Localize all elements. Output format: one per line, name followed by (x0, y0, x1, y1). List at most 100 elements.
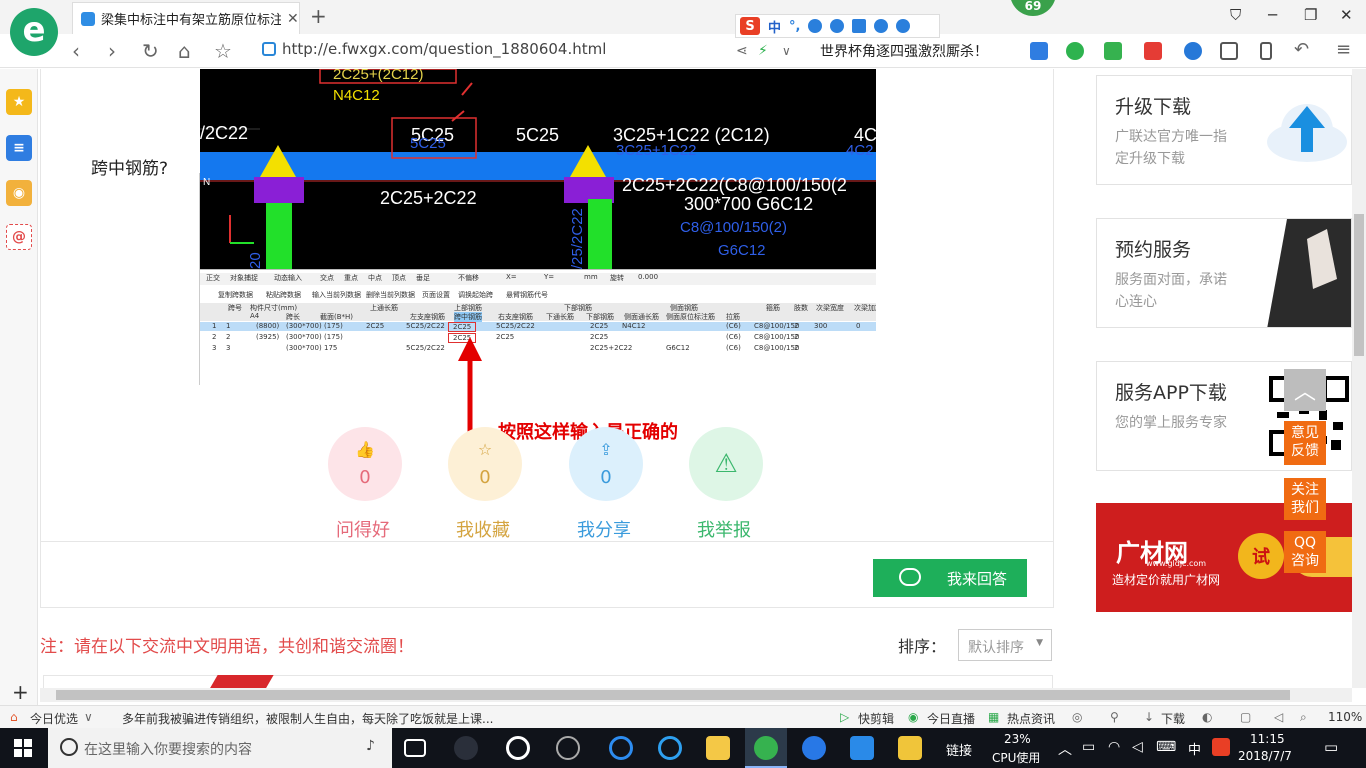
scissors-icon[interactable] (1144, 42, 1162, 60)
quick-edit-link[interactable]: 快剪辑 (858, 710, 894, 727)
horizontal-scroll-thumb[interactable] (56, 690, 1290, 700)
table-row[interactable]: 1 1 (8800) (300*700) (175) 2C25 5C25/2C2… (200, 322, 876, 332)
download-link[interactable]: 下载 (1161, 710, 1185, 727)
follow-us-button[interactable]: 关注 我们 (1284, 478, 1326, 520)
dropdown-icon[interactable]: ∨ (782, 44, 791, 58)
sogou-tray-icon[interactable] (1212, 738, 1230, 756)
back-to-top-button[interactable]: ︿ (1284, 369, 1326, 411)
reading-list-icon[interactable]: ≡ (6, 135, 32, 161)
url-field[interactable]: http://e.fwxgx.com/question_1880604.html (262, 40, 606, 58)
clock-time[interactable]: 11:15 (1250, 732, 1285, 746)
mute-icon[interactable]: ◁ (1274, 710, 1283, 724)
notes-app-icon[interactable] (898, 736, 922, 760)
tab-close-icon[interactable]: ✕ (287, 11, 299, 27)
volume-icon[interactable]: ◁ (1132, 739, 1143, 755)
clean-icon[interactable]: ◐ (1202, 710, 1212, 724)
refresh-icon[interactable]: ↻ (142, 39, 159, 63)
microphone-icon[interactable]: ♪ (366, 738, 375, 754)
spiral-app-icon[interactable] (556, 736, 580, 760)
clock-date[interactable]: 2018/7/7 (1238, 749, 1292, 763)
extension-ip-icon[interactable] (1030, 42, 1048, 60)
ime-language[interactable]: 中 (768, 17, 781, 36)
apps-icon[interactable] (1220, 42, 1238, 60)
links-toolbar[interactable]: 链接 (946, 740, 972, 759)
add-sidebar-icon[interactable]: + (12, 680, 29, 704)
table-row[interactable]: 3 3 (300*700) 175 5C25/2C22 2C25+2C22 G6… (200, 344, 876, 353)
keyboard-icon[interactable] (852, 19, 867, 33)
notification-badge[interactable]: 69 (1010, 0, 1056, 16)
forward-icon[interactable]: › (108, 39, 116, 63)
maximize-icon[interactable]: ❐ (1304, 6, 1317, 24)
reservation-service-card[interactable]: 预约服务 服务面对面，承诺心连心 (1096, 218, 1352, 328)
window-icon[interactable]: ▢ (1240, 710, 1251, 724)
menu-icon[interactable]: ≡ (1336, 39, 1351, 60)
browser-tab[interactable]: 梁集中标注中有架立筋原位标注中 ✕ (72, 2, 300, 34)
skin-icon[interactable] (874, 19, 889, 33)
search-icon[interactable] (1184, 42, 1202, 60)
taskbar-search-box[interactable]: 在这里输入你要搜索的内容 ♪ (48, 728, 392, 768)
like-label[interactable]: 问得好 (313, 516, 413, 542)
shield-icon[interactable] (1066, 42, 1084, 60)
edge-legacy-icon[interactable] (506, 736, 530, 760)
reader-icon[interactable] (1260, 42, 1272, 60)
keyboard-icon[interactable]: ⌨ (1156, 739, 1176, 755)
vertical-scroll-thumb[interactable] (1354, 214, 1364, 356)
edge-icon[interactable] (609, 736, 633, 760)
task-view-icon[interactable] (404, 739, 426, 757)
minimize-icon[interactable]: ─ (1268, 6, 1277, 24)
emoji-icon[interactable] (808, 19, 823, 33)
plus-app-icon[interactable] (850, 736, 874, 760)
ime-toolbar[interactable]: S 中 °, (735, 14, 940, 38)
windows-start-icon[interactable] (14, 739, 32, 757)
ie-icon[interactable] (658, 736, 682, 760)
show-hidden-icon[interactable]: ︿ (1058, 739, 1072, 759)
notification-center-icon[interactable]: ▭ (1324, 738, 1338, 756)
close-window-icon[interactable]: ✕ (1340, 6, 1353, 24)
browser-app-icon[interactable] (754, 736, 778, 760)
undo-icon[interactable]: ↶ (1294, 39, 1309, 60)
punctuation-icon[interactable]: °, (789, 19, 800, 34)
favorite-button[interactable]: ☆ 0 (448, 427, 522, 501)
lightning-icon[interactable]: ⚡ (758, 43, 768, 59)
report-button[interactable]: ⚠ (689, 427, 763, 501)
settings-icon[interactable] (896, 19, 911, 33)
file-explorer-icon[interactable] (706, 736, 730, 760)
report-label[interactable]: 我举报 (674, 516, 774, 542)
reply-button[interactable]: 我来回答 (873, 559, 1027, 597)
like-button[interactable]: 👍 0 (328, 427, 402, 501)
today-picks[interactable]: 今日优选 (30, 710, 78, 727)
shirt-icon[interactable]: ⛉ (1230, 6, 1241, 24)
vertical-scrollbar[interactable] (1352, 69, 1366, 688)
zoom-level[interactable]: 110% (1328, 710, 1362, 724)
email-icon[interactable]: @ (6, 224, 32, 250)
wifi-icon[interactable]: ◠ (1108, 739, 1120, 755)
upgrade-download-card[interactable]: 升级下载 广联达官方唯一指定升级下载 (1096, 75, 1352, 185)
share-icon[interactable]: ⋖ (736, 43, 748, 59)
table-row[interactable]: 2 2 (3925) (300*700) (175) 2C25 2C25 2C2… (200, 333, 876, 343)
zoom-icon[interactable]: ⌕ (1300, 710, 1307, 725)
favorite-label[interactable]: 我收藏 (433, 516, 533, 542)
home-icon[interactable]: ⌂ (178, 39, 191, 63)
share-button[interactable]: ⇪ 0 (569, 427, 643, 501)
sort-select[interactable]: 默认排序 ▼ (958, 629, 1052, 661)
horizontal-scrollbar[interactable] (40, 688, 1352, 702)
today-live-link[interactable]: 今日直播 (927, 710, 975, 727)
hot-news-link[interactable]: 热点资讯 (1007, 710, 1055, 727)
new-tab-button[interactable]: + (310, 4, 327, 28)
browser-logo[interactable]: e (10, 8, 58, 56)
qq-consult-button[interactable]: QQ 咨询 (1284, 531, 1326, 573)
microphone-icon[interactable] (830, 19, 845, 33)
share-label[interactable]: 我分享 (554, 516, 654, 542)
favorites-star-icon[interactable]: ★ (6, 89, 32, 115)
news-ticker[interactable]: 世界杯角逐四强激烈厮杀！ (820, 41, 988, 61)
speed-icon[interactable]: ◎ (1072, 710, 1082, 724)
feedback-button[interactable]: 意见 反馈 (1284, 421, 1326, 465)
headline-news[interactable]: 多年前我被骗进传销组织，被限制人生自由，每天除了吃饭就是上课... (122, 710, 493, 727)
ime-indicator[interactable]: 中 (1188, 739, 1201, 758)
pin-icon[interactable]: ⚲ (1110, 710, 1119, 724)
translate-icon[interactable] (1104, 42, 1122, 60)
favorite-star-icon[interactable]: ☆ (214, 39, 232, 63)
weibo-icon[interactable]: ◉ (6, 180, 32, 206)
back-icon[interactable]: ‹ (72, 39, 80, 63)
glodon-app-icon[interactable] (802, 736, 826, 760)
